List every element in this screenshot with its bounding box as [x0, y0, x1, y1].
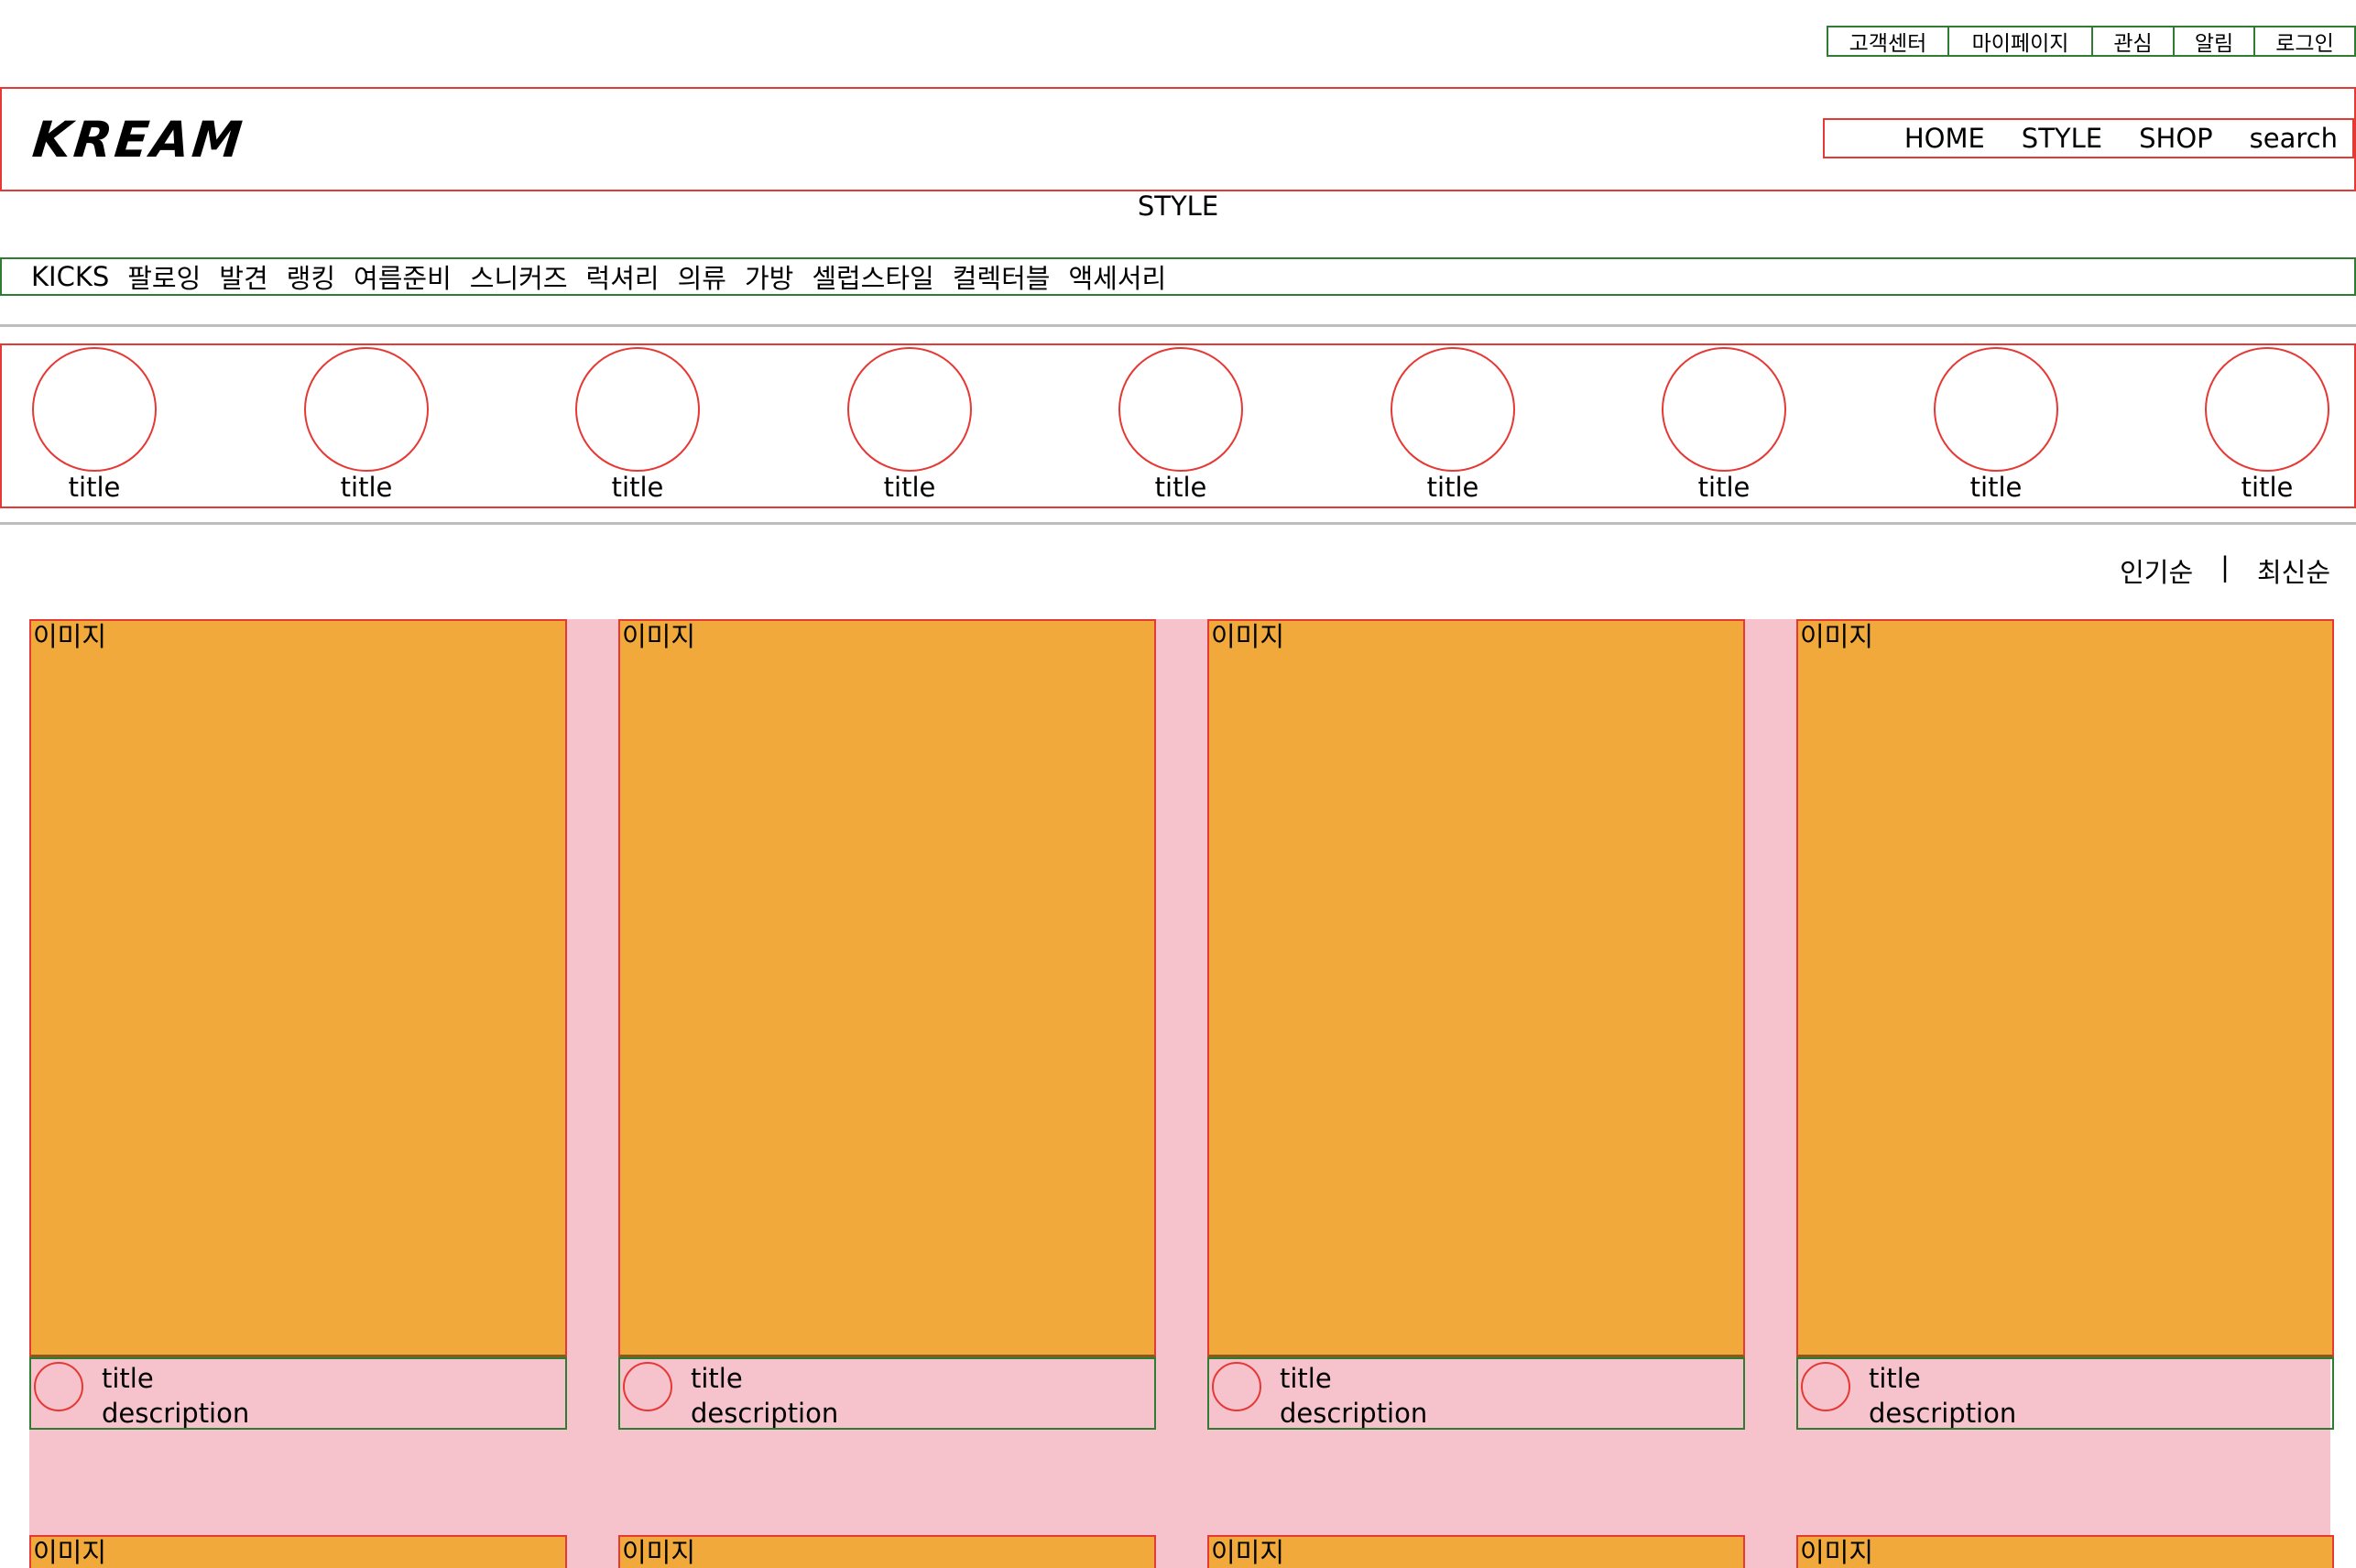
tab-summer[interactable]: 여름준비 [354, 257, 452, 296]
circle-item[interactable]: title [2205, 345, 2329, 503]
tab-sneakers[interactable]: 스니커즈 [470, 257, 568, 296]
tab-ranking[interactable]: 랭킹 [287, 257, 335, 296]
avatar[interactable] [1801, 1362, 1850, 1411]
util-link-login[interactable]: 로그인 [2253, 26, 2356, 57]
circle-title: title [2241, 472, 2294, 503]
circle-thumbnail [847, 347, 972, 472]
circle-item[interactable]: title [1391, 345, 1515, 503]
nav-search[interactable]: search [2250, 123, 2338, 154]
feed-card[interactable]: 이미지 title description [1207, 619, 1745, 1430]
divider [0, 324, 2356, 327]
circle-item[interactable]: title [847, 345, 972, 503]
circle-item[interactable]: title [1118, 345, 1243, 503]
card-image[interactable]: 이미지 [618, 1535, 1156, 1568]
circle-title: title [1697, 472, 1751, 503]
nav-shop[interactable]: SHOP [2139, 123, 2213, 154]
circle-title: title [1969, 472, 2023, 503]
util-link-notifications[interactable]: 알림 [2173, 26, 2255, 57]
tab-celeb-style[interactable]: 셀럽스타일 [812, 257, 933, 296]
card-description: description [691, 1398, 839, 1429]
card-image[interactable]: 이미지 [29, 619, 567, 1357]
card-description: description [102, 1398, 250, 1429]
sort-latest[interactable]: 최신순 [2257, 551, 2330, 590]
circle-item[interactable]: title [304, 345, 429, 503]
card-image[interactable]: 이미지 [1796, 619, 2334, 1357]
nav-home[interactable]: HOME [1904, 123, 1985, 154]
card-meta: title description [1207, 1357, 1745, 1430]
circle-thumbnail [304, 347, 429, 472]
card-image[interactable]: 이미지 [1796, 1535, 2334, 1568]
feed-card[interactable]: 이미지 [618, 1535, 1156, 1568]
divider [0, 522, 2356, 525]
sort-divider: | [2220, 551, 2230, 583]
feed-card[interactable]: 이미지 title description [29, 619, 567, 1430]
avatar[interactable] [623, 1362, 672, 1411]
util-link-mypage[interactable]: 마이페이지 [1947, 26, 2093, 57]
circle-item[interactable]: title [1934, 345, 2058, 503]
nav-style[interactable]: STYLE [2022, 123, 2102, 154]
feed-card[interactable]: 이미지 title description [618, 619, 1156, 1430]
card-title: title [1869, 1363, 1921, 1394]
tab-kicks[interactable]: KICKS [31, 261, 109, 292]
card-image[interactable]: 이미지 [618, 619, 1156, 1357]
card-title: title [1280, 1363, 1332, 1394]
utility-menu: 고객센터 마이페이지 관심 알림 로그인 [1827, 26, 2356, 57]
circle-title: title [340, 472, 393, 503]
feed-card[interactable]: 이미지 [29, 1535, 567, 1568]
circle-strip: title title title title title title titl… [0, 343, 2356, 508]
circle-title: title [611, 472, 664, 503]
tab-bags[interactable]: 가방 [745, 257, 793, 296]
category-tabs: KICKS 팔로잉 발견 랭킹 여름준비 스니커즈 럭셔리 의류 가방 셀럽스타… [0, 257, 2356, 296]
style-feed: 이미지 title description 이미지 title descriptio… [29, 619, 2334, 1568]
card-title: title [691, 1363, 743, 1394]
card-image[interactable]: 이미지 [1207, 1535, 1745, 1568]
avatar[interactable] [34, 1362, 83, 1411]
circle-thumbnail [2205, 347, 2329, 472]
circle-thumbnail [1662, 347, 1786, 472]
tab-collectible[interactable]: 컬렉터블 [953, 257, 1051, 296]
util-link-support[interactable]: 고객센터 [1827, 26, 1949, 57]
circle-item[interactable]: title [1662, 345, 1786, 503]
circle-item[interactable]: title [32, 345, 157, 503]
card-image[interactable]: 이미지 [1207, 619, 1745, 1357]
main-header: KREAM HOME STYLE SHOP search [0, 87, 2356, 191]
kream-logo[interactable]: KREAM [30, 111, 247, 169]
circle-title: title [1154, 472, 1207, 503]
card-meta: title description [618, 1357, 1156, 1430]
tab-accessories[interactable]: 액세서리 [1068, 257, 1166, 296]
feed-card[interactable]: 이미지 [1796, 1535, 2334, 1568]
tab-following[interactable]: 팔로잉 [127, 257, 201, 296]
circle-thumbnail [32, 347, 157, 472]
circle-title: title [68, 472, 121, 503]
card-meta: title description [29, 1357, 567, 1430]
circle-item[interactable]: title [575, 345, 700, 503]
sort-options: 인기순 | 최신순 [2120, 551, 2330, 590]
card-meta: title description [1796, 1357, 2334, 1430]
circle-thumbnail [1118, 347, 1243, 472]
page-title: STYLE [1137, 191, 1219, 222]
avatar[interactable] [1212, 1362, 1261, 1411]
card-title: title [102, 1363, 154, 1394]
sort-popular[interactable]: 인기순 [2120, 551, 2193, 590]
circle-thumbnail [1391, 347, 1515, 472]
main-nav: HOME STYLE SHOP search [1823, 118, 2354, 158]
feed-card[interactable]: 이미지 [1207, 1535, 1745, 1568]
circle-title: title [1426, 472, 1479, 503]
card-image[interactable]: 이미지 [29, 1535, 567, 1568]
circle-thumbnail [1934, 347, 2058, 472]
card-description: description [1280, 1398, 1428, 1429]
tab-discover[interactable]: 발견 [219, 257, 267, 296]
card-description: description [1869, 1398, 2017, 1429]
util-link-wishlist[interactable]: 관심 [2091, 26, 2175, 57]
circle-thumbnail [575, 347, 700, 472]
feed-card[interactable]: 이미지 title description [1796, 619, 2334, 1430]
tab-clothing[interactable]: 의류 [678, 257, 726, 296]
tab-luxury[interactable]: 럭셔리 [586, 257, 660, 296]
circle-title: title [883, 472, 936, 503]
